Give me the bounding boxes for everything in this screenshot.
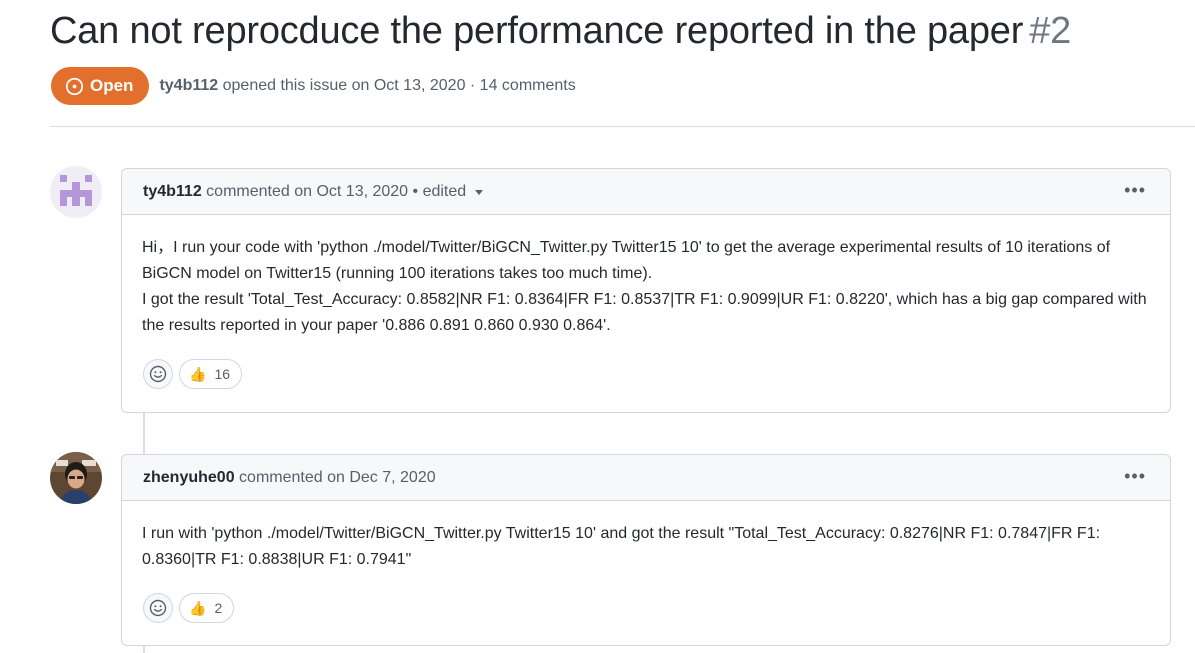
comment-meta: commented on Oct 13, 2020 • edited xyxy=(206,182,467,200)
issue-number: #2 xyxy=(1029,10,1072,52)
smiley-icon xyxy=(149,365,167,383)
issue-opened-text: opened this issue on Oct 13, 2020 · 14 c… xyxy=(222,77,576,94)
issue-title-text: Can not reprocduce the performance repor… xyxy=(50,10,1024,52)
comment-meta: commented on Dec 7, 2020 xyxy=(239,468,436,486)
timeline-line xyxy=(143,412,145,454)
comment-author-link[interactable]: ty4b112 xyxy=(143,183,202,201)
comment-author-link[interactable]: zhenyuhe00 xyxy=(143,469,235,487)
issue-meta: Open ty4b112 opened this issue on Oct 13… xyxy=(51,67,576,105)
user-photo-icon xyxy=(50,452,102,504)
smiley-icon xyxy=(149,599,167,617)
reactions-bar: 👍 16 xyxy=(122,339,1170,389)
comment-options-icon[interactable]: ••• xyxy=(1124,181,1146,199)
identicon-icon xyxy=(50,166,102,218)
reaction-count: 16 xyxy=(214,366,231,382)
thumbs-up-icon: 👍 xyxy=(189,599,207,616)
header-divider xyxy=(50,126,1195,127)
comment-body: I run with 'python ./model/Twitter/BiGCN… xyxy=(122,501,1170,573)
comment-body: Hi，I run your code with 'python ./model/… xyxy=(122,215,1170,339)
issue-meta-text: ty4b112 opened this issue on Oct 13, 202… xyxy=(159,77,575,95)
comment-1: ty4b112 commented on Oct 13, 2020 • edit… xyxy=(121,168,1171,413)
reactions-bar: 👍 2 xyxy=(122,573,1170,623)
comment-paragraph: I run with 'python ./model/Twitter/BiGCN… xyxy=(142,525,1101,568)
status-badge: Open xyxy=(51,67,150,105)
status-label: Open xyxy=(90,76,134,95)
comment-paragraph: Hi，I run your code with 'python ./model/… xyxy=(142,239,1111,282)
identicon-avatar[interactable] xyxy=(50,166,102,218)
issue-opened-icon xyxy=(65,77,84,95)
comment-paragraph: I got the result 'Total_Test_Accuracy: 0… xyxy=(142,291,1147,334)
thumbs-up-reaction-button[interactable]: 👍 16 xyxy=(179,359,243,389)
edited-dropdown-icon[interactable] xyxy=(475,190,484,195)
comment-options-icon[interactable]: ••• xyxy=(1124,467,1146,485)
issue-title: Can not reprocduce the performance repor… xyxy=(50,10,1071,53)
comment-2: zhenyuhe00 commented on Dec 7, 2020 ••• … xyxy=(121,454,1171,646)
issue-author-link[interactable]: ty4b112 xyxy=(159,77,218,94)
add-reaction-button[interactable] xyxy=(143,593,173,623)
user-photo-avatar[interactable] xyxy=(50,452,102,504)
thumbs-up-icon: 👍 xyxy=(189,365,207,382)
reaction-count: 2 xyxy=(214,600,223,616)
comment-header: ty4b112 commented on Oct 13, 2020 • edit… xyxy=(122,169,1170,215)
timeline-line xyxy=(143,645,145,653)
add-reaction-button[interactable] xyxy=(143,359,173,389)
comment-header: zhenyuhe00 commented on Dec 7, 2020 ••• xyxy=(122,455,1170,501)
thumbs-up-reaction-button[interactable]: 👍 2 xyxy=(179,593,235,623)
